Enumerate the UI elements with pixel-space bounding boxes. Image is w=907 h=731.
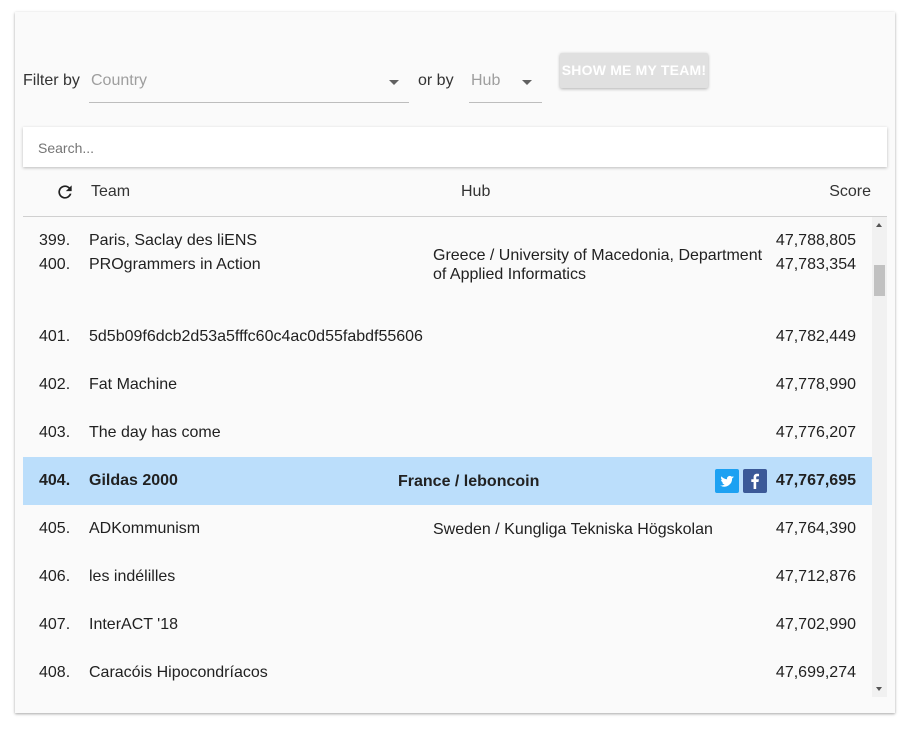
table-row[interactable]: 402. Fat Machine 47,778,990 (23, 361, 872, 409)
team-column-header[interactable]: Team (91, 183, 130, 201)
score-column-header[interactable]: Score (829, 183, 871, 201)
hub-name: Sweden / Kungliga Tekniska Högskolan (433, 521, 713, 538)
country-select-value: Country (91, 72, 148, 89)
score: 47,778,990 (775, 376, 856, 393)
rank: 404. (39, 472, 71, 489)
team-name: The day has come (89, 424, 221, 441)
scroll-down-icon[interactable] (876, 687, 882, 691)
table-row[interactable]: 403. The day has come 47,776,207 (23, 409, 872, 457)
chevron-down-icon (389, 80, 399, 85)
table-row[interactable]: 406. les indélilles 47,712,876 (23, 553, 872, 601)
team-name: 5d5b09f6dcb2d53a5fffc60c4ac0d55fabdf5560… (89, 328, 423, 345)
table-row[interactable]: 405. ADKommunism Sweden / Kungliga Tekni… (23, 505, 872, 553)
filter-by-label: Filter by (23, 72, 80, 89)
scrollbar-thumb[interactable] (874, 265, 885, 296)
team-name: les indélilles (89, 568, 176, 585)
rank: 403. (39, 424, 71, 441)
or-by-label: or by (418, 72, 454, 89)
score: 47,699,274 (775, 664, 856, 681)
team-name: Fat Machine (89, 376, 178, 393)
table-row[interactable]: 400. PROgrammers in Action Greece / Univ… (23, 241, 872, 289)
twitter-icon[interactable] (715, 469, 739, 493)
search-input[interactable]: Search... (23, 127, 887, 167)
team-name: PROgrammers in Action (89, 256, 261, 273)
score: 47,764,390 (775, 520, 856, 537)
table-row[interactable]: 401. 5d5b09f6dcb2d53a5fffc60c4ac0d55fabd… (23, 313, 872, 361)
score: 47,776,207 (775, 424, 856, 441)
hub-select[interactable]: Hub (469, 64, 542, 103)
facebook-icon[interactable] (743, 469, 767, 493)
team-name: Gildas 2000 (89, 472, 178, 489)
country-select[interactable]: Country (89, 64, 409, 103)
refresh-icon[interactable] (55, 182, 75, 202)
hub-name: France / leboncoin (398, 473, 540, 490)
hub-select-value: Hub (471, 72, 501, 89)
team-name: Caracóis Hipocondríacos (89, 664, 268, 681)
leaderboard-card: Filter by Country or by Hub SHOW ME MY T… (15, 12, 895, 713)
search-placeholder: Search... (38, 140, 95, 156)
table-scrollbar[interactable] (872, 217, 887, 697)
score: 47,783,354 (775, 256, 856, 273)
team-name: ADKommunism (89, 520, 201, 537)
table-header: Team Hub Score (23, 170, 887, 217)
table-row-highlighted[interactable]: 404. Gildas 2000 France / leboncoin 47,7… (23, 457, 872, 505)
rank: 408. (39, 664, 71, 681)
score: 47,712,876 (775, 568, 856, 585)
table-row[interactable]: 408. Caracóis Hipocondríacos 47,699,274 (23, 649, 872, 697)
leaderboard-rows[interactable]: 399. Paris, Saclay des liENS 47,788,805 … (23, 217, 872, 697)
team-name: InterACT '18 (89, 616, 179, 633)
rank: 407. (39, 616, 71, 633)
table-row[interactable]: 407. InterACT '18 47,702,990 (23, 601, 872, 649)
score: 47,767,695 (775, 472, 856, 489)
rank: 406. (39, 568, 71, 585)
hub-name: Greece / University of Macedonia, Depart… (433, 247, 763, 283)
show-my-team-button[interactable]: SHOW ME MY TEAM! (560, 53, 708, 88)
score: 47,702,990 (775, 616, 856, 633)
score: 47,782,449 (775, 328, 856, 345)
rank: 402. (39, 376, 71, 393)
rank: 401. (39, 328, 71, 345)
scroll-up-icon[interactable] (876, 223, 882, 227)
hub-column-header[interactable]: Hub (461, 183, 490, 201)
rank: 400. (39, 256, 71, 273)
rank: 405. (39, 520, 71, 537)
chevron-down-icon (522, 80, 532, 85)
